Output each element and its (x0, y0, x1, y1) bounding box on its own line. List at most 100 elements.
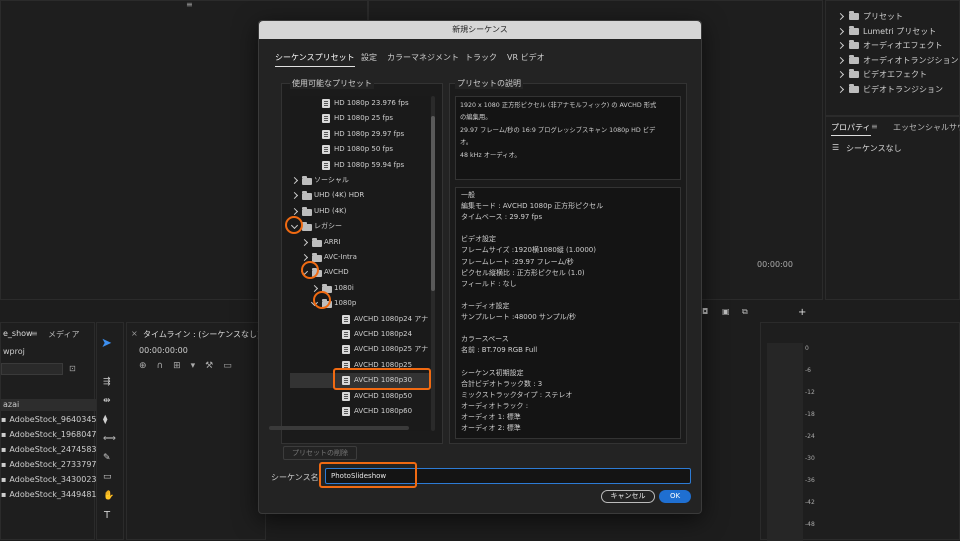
tree-item-label: UHD (4K) HDR (314, 191, 365, 200)
effects-folder-item[interactable]: ビデオエフェクト (836, 69, 927, 80)
preset-description-group: プリセットの説明 1920 x 1080 正方形ピクセル (非アナモルフィック)… (449, 78, 687, 444)
folder-icon (849, 69, 859, 78)
preset-details-text: 一般 編集モード : AVCHD 1080p 正方形ピクセル タイムベース : … (455, 187, 681, 439)
cancel-button[interactable]: キャンセル (601, 490, 655, 503)
new-bin-icon[interactable]: ⊡ (69, 364, 76, 373)
ok-button[interactable]: OK (659, 490, 691, 503)
project-item[interactable]: ▪ AdobeStock_27337974 (1, 460, 102, 469)
chevron-right-icon[interactable] (310, 284, 319, 292)
tab-media[interactable]: メディア (48, 329, 79, 340)
chevron-right-icon[interactable] (300, 253, 309, 262)
tree-preset[interactable]: AVCHD 1080p60 (290, 404, 430, 419)
tree-folder[interactable]: レガシー (290, 219, 430, 234)
tree-preset[interactable]: HD 1080p 59.94 fps (290, 158, 430, 173)
chevron-right-icon[interactable] (290, 192, 299, 200)
folder-icon (849, 54, 859, 64)
tree-preset[interactable]: AVCHD 1080p24 アナ (290, 312, 430, 327)
tree-scroll-thumb[interactable] (431, 116, 435, 291)
folder-icon (849, 25, 859, 35)
tree-folder[interactable]: UHD (4K) (290, 204, 430, 219)
effects-folder-item[interactable]: プリセット (836, 11, 903, 22)
project-item[interactable]: ▪ AdobeStock_34300236 (1, 475, 102, 484)
tree-folder[interactable]: UHD (4K) HDR (290, 188, 430, 203)
details-line (461, 290, 675, 301)
timeline-timecode[interactable]: 00:00:00:00 (139, 346, 188, 355)
bin-row[interactable]: azai (1, 399, 96, 411)
track-select-icon[interactable]: ⇶ (103, 377, 111, 387)
tree-item-label: AVCHD 1080p24 (354, 330, 413, 338)
effects-folder-item[interactable]: Lumetri プリセット (836, 25, 937, 37)
project-menu-icon[interactable]: ≡ (31, 329, 38, 338)
chevron-right-icon[interactable] (300, 238, 309, 246)
effects-folder-item[interactable]: ビデオトランジション (836, 83, 943, 95)
hand-tool-icon[interactable]: ✋ (103, 491, 114, 501)
pen-tool-icon[interactable]: ✎ (103, 453, 111, 463)
tree-preset[interactable]: HD 1080p 25 fps (290, 111, 430, 126)
slip-tool-icon[interactable]: ⟺ (103, 434, 116, 444)
tree-folder[interactable]: ARRI (290, 235, 430, 250)
chevron-right-icon[interactable] (836, 41, 845, 50)
project-search-input[interactable] (1, 363, 63, 375)
chevron-right-icon[interactable] (290, 207, 299, 215)
compare-icon[interactable]: ▣ (722, 307, 730, 316)
tree-scrollbar[interactable] (431, 96, 435, 431)
project-item[interactable]: ▪ AdobeStock_24745834 (1, 445, 102, 454)
tree-preset[interactable]: AVCHD 1080p50 (290, 389, 430, 404)
delete-preset-button[interactable]: プリセットの削除 (283, 446, 357, 460)
type-tool-icon[interactable]: T (104, 510, 110, 521)
rectangle-tool-icon[interactable]: ▭ (103, 472, 112, 482)
tab-settings[interactable]: 設定 (361, 52, 377, 63)
preset-file-icon (342, 345, 350, 355)
tree-folder[interactable]: ソーシャル (290, 173, 430, 188)
chevron-right-icon[interactable] (836, 56, 845, 64)
tab-vr-video[interactable]: VR ビデオ (507, 52, 545, 63)
tab-properties[interactable]: プロパティ (831, 122, 871, 136)
folder-icon (849, 11, 859, 20)
properties-menu-icon[interactable]: ≡ (871, 122, 878, 131)
tree-item-label: 1080i (334, 283, 354, 292)
preset-file-icon (322, 99, 330, 108)
project-item[interactable]: ▪ AdobeStock_19680479 (1, 430, 102, 439)
chevron-right-icon[interactable] (290, 176, 299, 185)
effects-folder-item[interactable]: オーディオトランジション (836, 54, 958, 66)
tree-preset[interactable]: HD 1080p 50 fps (290, 142, 430, 157)
chevron-right-icon[interactable] (836, 27, 845, 35)
folder-icon (302, 222, 312, 232)
folder-icon (302, 176, 312, 185)
tree-preset[interactable]: AVCHD 1080p25 アナ (290, 342, 430, 357)
project-file-name: wproj (3, 347, 25, 356)
export-icon[interactable]: ⧉ (742, 307, 748, 317)
timeline-toolbar-icons[interactable]: ⊕∩⊞▾⚒▭ (139, 361, 242, 371)
tab-tracks[interactable]: トラック (465, 52, 497, 63)
timeline-tab[interactable]: タイムライン : (シーケンスなし) (143, 329, 260, 340)
panel-menu-icon[interactable]: ≡ (186, 0, 204, 9)
tree-folder[interactable]: 1080i (290, 281, 430, 296)
camera-icon[interactable]: ◘ (702, 307, 708, 316)
tree-horizontal-scrollbar[interactable] (269, 426, 409, 430)
timeline-close-icon[interactable]: × (131, 329, 138, 338)
chevron-right-icon[interactable] (836, 12, 845, 21)
tree-preset[interactable]: AVCHD 1080p24 (290, 327, 430, 342)
razor-tool-icon[interactable]: ⧫ (103, 415, 107, 425)
tab-project[interactable]: e_show (3, 329, 33, 338)
effects-item-label: Lumetri プリセット (863, 26, 937, 36)
add-button-icon[interactable]: + (798, 307, 806, 318)
tree-folder[interactable]: 1080p (290, 296, 430, 311)
selection-tool-icon[interactable]: ➤ (101, 337, 115, 351)
project-item[interactable]: ▪ AdobeStock_34494817 (1, 490, 102, 499)
project-item-label: AdobeStock_34300236 (9, 475, 102, 484)
highlight-1080p-toggle (313, 291, 331, 309)
effects-item-label: ビデオトランジション (863, 84, 943, 94)
tree-preset[interactable]: HD 1080p 23.976 fps (290, 96, 430, 111)
chevron-right-icon[interactable] (836, 85, 845, 93)
tab-color-management[interactable]: カラーマネジメント (387, 52, 459, 63)
tab-sequence-presets[interactable]: シーケンスプリセット (275, 52, 355, 67)
tree-item-label: ソーシャル (314, 176, 349, 184)
project-item[interactable]: ▪ AdobeStock_96403456.j (1, 415, 106, 424)
ripple-edit-icon[interactable]: ⇹ (103, 396, 111, 406)
details-line: 編集モード : AVCHD 1080p 正方形ピクセル (461, 202, 604, 211)
effects-folder-item[interactable]: オーディオエフェクト (836, 40, 942, 51)
tab-essential-sound[interactable]: エッセンシャルサウ (893, 122, 960, 133)
chevron-right-icon[interactable] (836, 70, 845, 79)
tree-preset[interactable]: HD 1080p 29.97 fps (290, 127, 430, 142)
